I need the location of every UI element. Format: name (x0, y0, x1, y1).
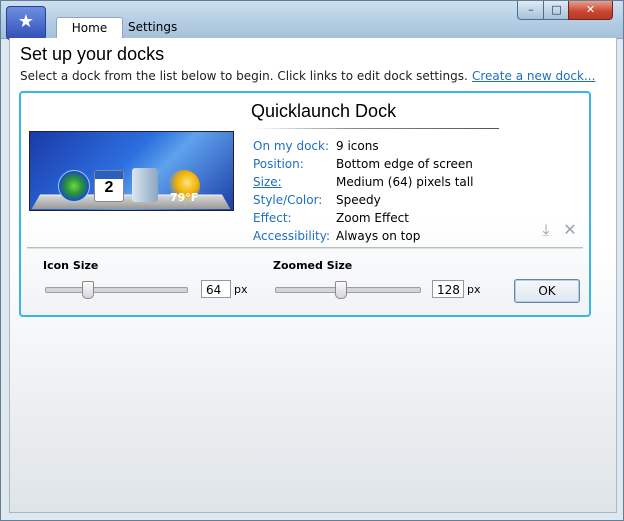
page-title: Set up your docks (20, 44, 165, 64)
label-position[interactable]: Position: (253, 155, 304, 173)
tab-home[interactable]: Home (56, 17, 123, 39)
zoomed-size-input[interactable]: 128 (432, 280, 464, 298)
calendar-day: 2 (104, 179, 114, 196)
home-panel: Set up your docks Select a dock from the… (9, 38, 617, 513)
zoomed-size-label: Zoomed Size (273, 259, 353, 272)
instructions-text: Select a dock from the list below to beg… (20, 69, 468, 83)
value-position: Bottom edge of screen (336, 157, 473, 171)
icon-size-slider-track[interactable] (45, 287, 188, 293)
ok-button[interactable]: OK (514, 279, 580, 303)
weather-temp: 79°F (170, 191, 199, 204)
label-accessibility[interactable]: Accessibility: (253, 227, 330, 245)
value-on-my-dock: 9 icons (336, 139, 379, 153)
tab-settings[interactable]: Settings (118, 17, 187, 38)
zoomed-size-slider-track[interactable] (275, 287, 421, 293)
create-dock-link[interactable]: Create a new dock... (472, 69, 595, 83)
minimize-button[interactable]: – (517, 1, 545, 20)
icon-size-unit: px (234, 283, 248, 296)
app-window: ★ Home Settings – □ ✕ Set up your docks … (0, 0, 624, 521)
value-accessibility: Always on top (336, 229, 421, 243)
label-on-my-dock[interactable]: On my dock: (253, 137, 329, 155)
maximize-button[interactable]: □ (543, 1, 570, 20)
label-style-color[interactable]: Style/Color: (253, 191, 322, 209)
dock-preview: 2 79°F (29, 131, 234, 211)
calendar-icon: 2 (94, 170, 124, 202)
value-effect: Zoom Effect (336, 211, 409, 225)
label-effect[interactable]: Effect: (253, 209, 292, 227)
delete-icon[interactable]: ✕ (561, 221, 579, 239)
windows-start-icon (58, 170, 90, 202)
close-button[interactable]: ✕ (568, 1, 613, 20)
finder-icon (132, 168, 158, 202)
zoomed-size-unit: px (467, 283, 481, 296)
dock-card[interactable]: Quicklaunch Dock 2 79°F On my dock: 9 ic… (19, 91, 591, 317)
weather-icon: 79°F (168, 170, 200, 204)
label-size[interactable]: Size: (253, 173, 282, 191)
value-size: Medium (64) pixels tall (336, 175, 474, 189)
icon-size-slider-thumb[interactable] (82, 281, 95, 299)
title-divider (253, 128, 499, 129)
icon-size-input[interactable]: 64 (201, 280, 231, 298)
icon-size-label: Icon Size (43, 259, 99, 272)
download-icon[interactable]: ⤓ (537, 221, 555, 239)
zoomed-size-slider-thumb[interactable] (334, 281, 347, 299)
value-style-color: Speedy (336, 193, 381, 207)
dock-title: Quicklaunch Dock (251, 101, 397, 121)
section-divider (27, 247, 583, 249)
rocketdock-icon[interactable]: ★ (6, 6, 46, 40)
